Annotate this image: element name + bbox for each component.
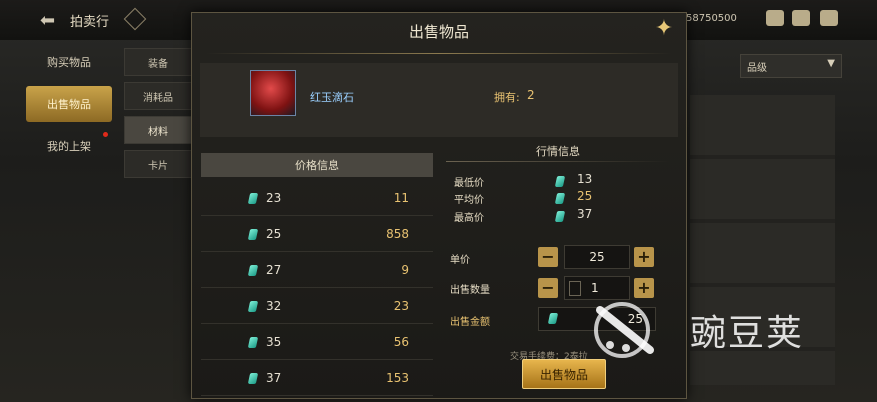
gem-currency-icon — [554, 193, 566, 204]
gem-currency-icon — [247, 229, 259, 240]
page-title: 拍卖行 — [70, 15, 110, 30]
unit-price-input[interactable]: 25 — [564, 245, 630, 269]
max-price-value: 37 — [577, 207, 593, 221]
grade-filter-label: 品级 — [747, 63, 767, 74]
title-divider — [206, 53, 672, 54]
gem-currency-icon — [247, 373, 259, 384]
price-row[interactable]: 32 23 — [201, 289, 433, 324]
quantity-decrease-button[interactable]: − — [538, 278, 558, 298]
sell-item-button[interactable]: 出售物品 — [522, 359, 606, 389]
watermark-text: 豌豆荚 — [690, 313, 805, 354]
min-price-label: 最低价 — [454, 178, 484, 189]
price-value: 37 — [266, 371, 282, 385]
nav-buy-items[interactable]: 购买物品 — [26, 44, 112, 80]
item-name: 红玉滴石 — [310, 91, 354, 104]
currency-display: 58750500 — [686, 13, 737, 24]
sell-quantity-label: 出售数量 — [450, 285, 490, 296]
price-row[interactable]: 23 11 — [201, 181, 433, 216]
dialog-title: 出售物品 — [408, 23, 469, 41]
total-amount-label: 出售金额 — [450, 317, 490, 328]
owned-count: 2 — [527, 88, 535, 102]
gem-currency-icon — [554, 176, 566, 187]
quantity-value: 56 — [393, 335, 409, 349]
notification-dot — [103, 132, 108, 137]
price-row[interactable]: 25 858 — [201, 217, 433, 252]
quantity-value: 153 — [386, 371, 409, 385]
price-value: 35 — [266, 335, 282, 349]
nav-my-listings-label: 我的上架 — [47, 140, 91, 153]
avg-price-label: 平均价 — [454, 195, 484, 206]
quantity-value: 9 — [401, 263, 409, 277]
price-value: 27 — [266, 263, 282, 277]
unit-price-label: 单价 — [450, 255, 470, 266]
quantity-value: 23 — [393, 299, 409, 313]
unit-price-decrease-button[interactable]: − — [538, 247, 558, 267]
chest-icon[interactable] — [766, 10, 784, 26]
gem-currency-icon — [554, 211, 566, 222]
category-cards[interactable]: 卡片 — [124, 150, 192, 178]
market-divider — [446, 161, 670, 162]
price-value: 23 — [266, 191, 282, 205]
nav-my-listings[interactable]: 我的上架 — [26, 128, 112, 164]
price-row[interactable]: 37 153 — [201, 361, 433, 396]
quantity-value: 858 — [386, 227, 409, 241]
price-row[interactable]: 27 9 — [201, 253, 433, 288]
category-consumables[interactable]: 消耗品 — [124, 82, 192, 110]
ruby-gem-icon — [250, 70, 296, 116]
price-row[interactable]: 35 56 — [201, 325, 433, 360]
owned-label: 拥有: — [494, 91, 520, 104]
unit-price-increase-button[interactable]: + — [634, 247, 654, 267]
grade-filter-dropdown[interactable]: 品级 ▼ — [740, 54, 842, 78]
nav-sell-items[interactable]: 出售物品 — [26, 86, 112, 122]
price-list: 23 11 25 858 27 9 32 23 35 56 37 153 — [201, 181, 433, 396]
left-nav: 购买物品 出售物品 我的上架 — [24, 40, 119, 380]
chevron-down-icon: ▼ — [827, 58, 835, 69]
gem-currency-icon — [247, 265, 259, 276]
back-arrow-icon[interactable]: ⬅ — [40, 10, 55, 31]
price-info-header: 价格信息 — [201, 153, 433, 177]
category-equipment[interactable]: 装备 — [124, 48, 192, 76]
gem-currency-icon — [247, 301, 259, 312]
gem-currency-icon — [247, 337, 259, 348]
close-icon[interactable]: ✦ — [652, 17, 676, 41]
category-materials[interactable]: 材料 — [124, 116, 192, 144]
gem-currency-icon — [547, 313, 559, 324]
gem-currency-icon — [247, 193, 259, 204]
quantity-value: 11 — [393, 191, 409, 205]
chat-icon[interactable] — [820, 10, 838, 26]
mail-icon[interactable] — [792, 10, 810, 26]
market-info-header: 行情信息 — [536, 145, 580, 158]
max-price-label: 最高价 — [454, 213, 484, 224]
avg-price-value: 25 — [577, 189, 593, 203]
min-price-value: 13 — [577, 172, 593, 186]
price-value: 32 — [266, 299, 282, 313]
price-value: 25 — [266, 227, 282, 241]
